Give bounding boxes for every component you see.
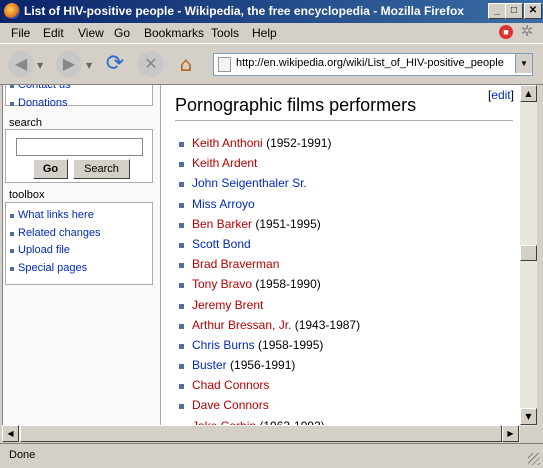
vertical-scroll-thumb[interactable] — [520, 245, 537, 261]
firefox-icon — [4, 3, 20, 19]
go-button[interactable]: Go — [33, 159, 68, 179]
list-item: Keith Anthoni (1952-1991) — [179, 133, 360, 153]
sidebar: Contact us Donations search Go Search to… — [3, 85, 160, 426]
adblock-stop-icon[interactable]: ■ — [499, 25, 513, 39]
menu-bookmarks[interactable]: Bookmarks — [144, 26, 204, 40]
title-bar: List of HIV-positive people - Wikipedia,… — [0, 0, 543, 23]
person-link[interactable]: John Seigenthaler Sr. — [192, 176, 307, 190]
toolbox-item-what-links-here[interactable]: What links here — [6, 207, 152, 225]
person-link[interactable]: Tony Bravo — [192, 277, 252, 291]
list-item: Keith Ardent — [179, 153, 360, 173]
menu-view[interactable]: View — [78, 26, 104, 40]
menu-bar: File Edit View Go Bookmarks Tools Help ■… — [0, 23, 543, 43]
list-item: Dave Connors — [179, 395, 360, 415]
list-item: Arthur Bressan, Jr. (1943-1987) — [179, 315, 360, 335]
person-link[interactable]: Chad Connors — [192, 378, 269, 392]
forward-arrow-icon[interactable]: ▶ — [56, 51, 82, 77]
search-input[interactable] — [16, 138, 143, 156]
scroll-up-arrow-icon[interactable]: ▲ — [520, 85, 537, 102]
person-link[interactable]: Keith Ardent — [192, 156, 257, 170]
search-heading: search — [9, 117, 43, 129]
navigation-portlet: Contact us Donations — [5, 85, 153, 109]
search-button[interactable]: Search — [73, 159, 130, 179]
sidebar-item-donations[interactable]: Donations — [6, 95, 152, 113]
scroll-left-arrow-icon[interactable]: ◀ — [2, 425, 19, 442]
maximize-button[interactable]: □ — [505, 3, 523, 19]
address-bar[interactable]: http://en.wikipedia.org/wiki/List_of_HIV… — [213, 53, 533, 76]
list-item: Brad Braverman — [179, 254, 360, 274]
person-link[interactable]: Scott Bond — [192, 237, 251, 251]
edit-section-link: [edit] — [487, 88, 514, 102]
list-item: Ben Barker (1951-1995) — [179, 214, 360, 234]
toolbox-item-upload-file[interactable]: Upload file — [6, 242, 152, 260]
scroll-right-arrow-icon[interactable]: ▶ — [502, 425, 519, 442]
forward-dropdown-icon[interactable]: ▼ — [86, 61, 92, 70]
person-link[interactable]: Chris Burns — [192, 338, 255, 352]
heading-rule — [175, 120, 513, 121]
menu-tools[interactable]: Tools — [211, 26, 239, 40]
person-link[interactable]: Jeremy Brent — [192, 298, 263, 312]
life-years: (1951-1995) — [252, 216, 321, 231]
stop-icon[interactable]: ✕ — [138, 51, 164, 77]
window-title: List of HIV-positive people - Wikipedia,… — [24, 4, 464, 18]
life-years: (1952-1991) — [262, 136, 332, 150]
page-viewport: Contact us Donations search Go Search to… — [2, 84, 521, 426]
person-link[interactable]: Buster — [192, 358, 227, 372]
article-content: [edit] Pornographic films performers Kei… — [160, 85, 521, 426]
list-item: Jeremy Brent — [179, 295, 360, 315]
person-link[interactable]: Miss Arroyo — [192, 197, 255, 211]
sidebar-item-contact[interactable]: Contact us — [6, 85, 152, 95]
person-link[interactable]: Brad Braverman — [192, 257, 279, 271]
list-item: Buster (1956-1991) — [179, 355, 360, 375]
horizontal-scrollbar[interactable]: ◀ ▶ — [2, 425, 520, 442]
life-years: (1943-1987) — [291, 317, 361, 332]
performers-list: Keith Anthoni (1952-1991) Keith Ardent Joh… — [179, 133, 360, 426]
minimize-button[interactable]: _ — [488, 3, 506, 19]
url-text[interactable]: http://en.wikipedia.org/wiki/List_of_HIV… — [236, 57, 512, 69]
person-link[interactable]: Ben Barker — [192, 217, 252, 231]
back-dropdown-icon[interactable]: ▼ — [37, 61, 43, 70]
back-arrow-icon[interactable]: ◀ — [8, 51, 34, 77]
reload-icon[interactable]: ⟳ — [102, 51, 128, 77]
resize-grip-icon[interactable] — [528, 453, 540, 465]
section-heading: Pornographic films performers — [175, 95, 417, 115]
toolbox-item-related-changes[interactable]: Related changes — [6, 225, 152, 243]
life-years: (1958-1995) — [254, 337, 324, 352]
scroll-down-arrow-icon[interactable]: ▼ — [520, 408, 537, 425]
life-years: (1956-1991) — [226, 358, 296, 373]
menu-file[interactable]: File — [11, 26, 30, 40]
status-bar: Done — [0, 443, 543, 468]
person-link[interactable]: Arthur Bressan, Jr. — [192, 318, 291, 332]
menu-edit[interactable]: Edit — [43, 26, 64, 40]
list-item: Miss Arroyo — [179, 194, 360, 214]
edit-link[interactable]: edit — [491, 88, 510, 102]
menu-go[interactable]: Go — [114, 26, 130, 40]
url-dropdown-icon[interactable]: ▼ — [515, 54, 532, 73]
list-item: Scott Bond — [179, 234, 360, 254]
home-icon[interactable]: ⌂ — [173, 51, 199, 77]
person-link[interactable]: Keith Anthoni — [192, 136, 263, 150]
list-item: Chad Connors — [179, 375, 360, 395]
toolbox-item-special-pages[interactable]: Special pages — [6, 260, 152, 278]
search-portlet: Go Search — [5, 129, 153, 183]
list-item: John Seigenthaler Sr. — [179, 173, 360, 193]
person-link[interactable]: Dave Connors — [192, 398, 269, 412]
life-years: (1958-1990) — [252, 277, 321, 292]
menu-help[interactable]: Help — [252, 26, 277, 40]
page-icon — [218, 57, 231, 72]
horizontal-scroll-thumb[interactable] — [20, 425, 502, 442]
status-text: Done — [9, 449, 36, 461]
navigation-toolbar: ◀ ▼ ▶ ▼ ⟳ ✕ ⌂ http://en.wikipedia.org/wi… — [0, 43, 543, 85]
close-button[interactable]: ✕ — [524, 3, 542, 19]
list-item: Chris Burns (1958-1995) — [179, 335, 360, 355]
toolbox-portlet: What links here Related changes Upload f… — [5, 202, 153, 285]
list-item: Tony Bravo (1958-1990) — [179, 274, 360, 294]
throbber-gear-icon: ✲ — [520, 23, 534, 40]
toolbox-heading: toolbox — [9, 189, 45, 201]
vertical-scrollbar[interactable]: ▲ ▼ — [520, 84, 537, 426]
